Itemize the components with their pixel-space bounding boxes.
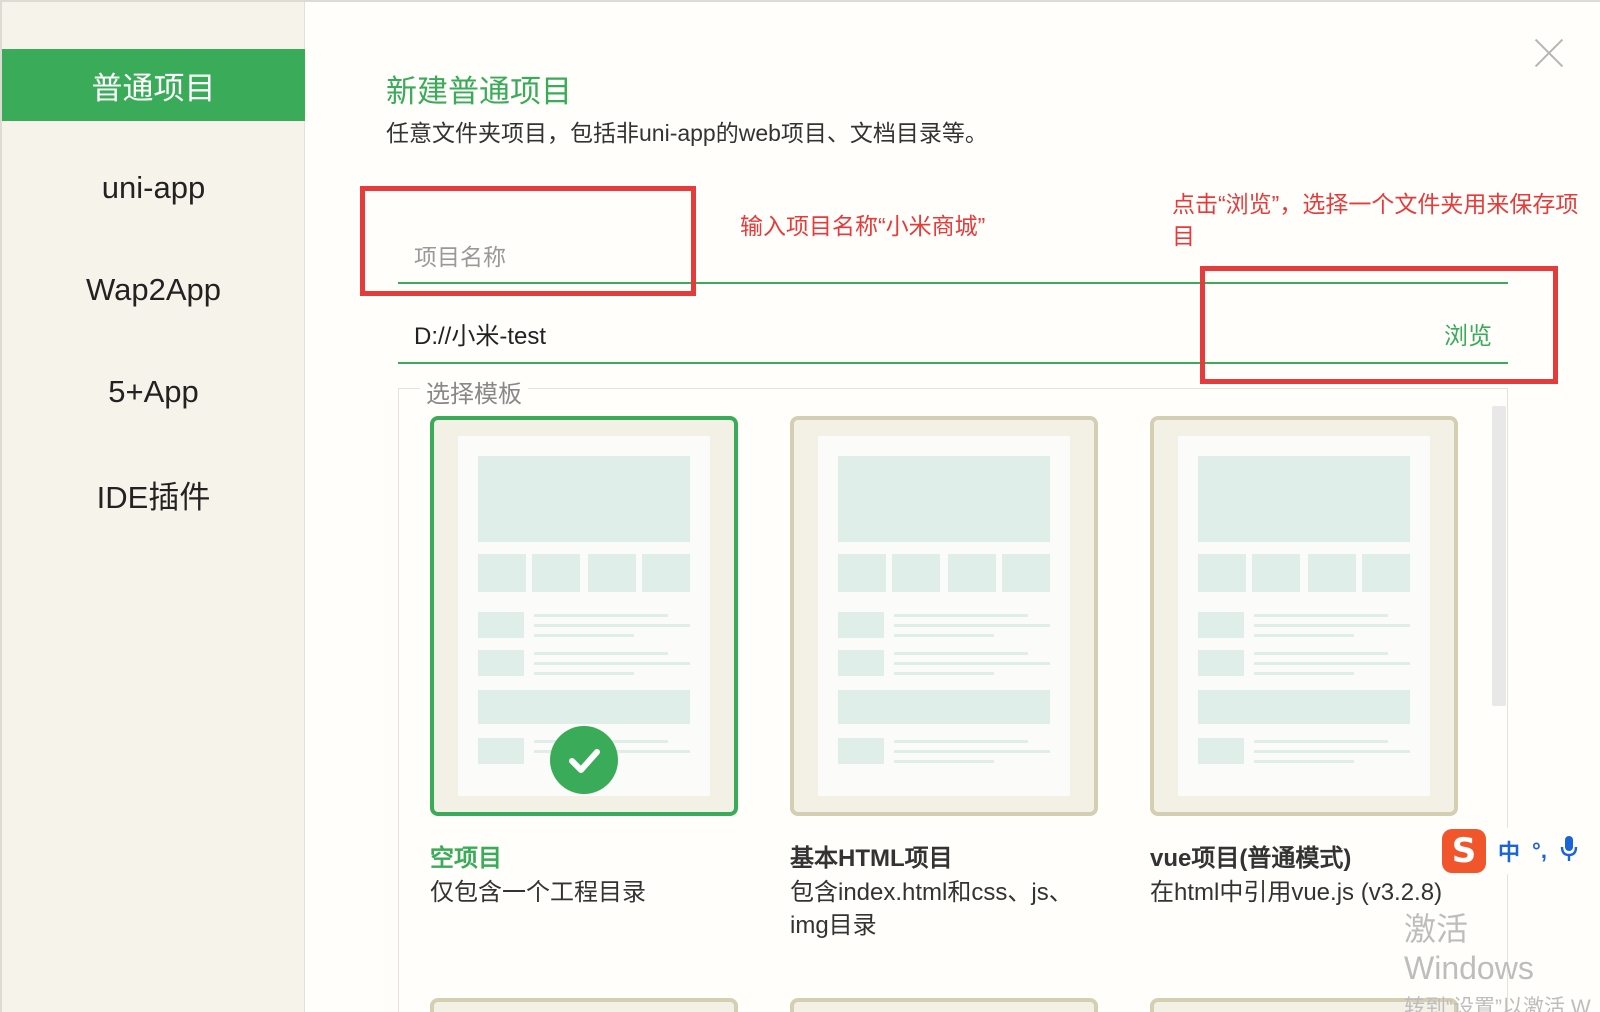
template-preview xyxy=(818,436,1070,796)
template-preview xyxy=(1178,436,1430,796)
new-project-dialog: 普通项目 uni-app Wap2App 5+App IDE插件 新建普通项目 … xyxy=(0,0,1600,1012)
browse-button[interactable]: 浏览 xyxy=(1444,316,1492,351)
ime-logo-icon[interactable]: S xyxy=(1442,829,1486,873)
project-path-input[interactable]: D://小米-test xyxy=(414,316,546,351)
template-legend: 选择模板 xyxy=(420,374,528,409)
template-card-partial[interactable] xyxy=(790,998,1098,1012)
template-card-partial[interactable] xyxy=(430,998,738,1012)
ime-punct-toggle[interactable]: °, xyxy=(1532,838,1547,864)
template-card-empty[interactable] xyxy=(430,416,738,816)
template-desc-empty: 仅包含一个工程目录 xyxy=(430,879,646,906)
ime-mode-toggle[interactable]: 中 xyxy=(1498,835,1520,867)
template-desc-basic-html: 包含index.html和css、js、img目录 xyxy=(790,879,1073,939)
sidebar-item-uni-app[interactable]: uni-app xyxy=(2,152,305,224)
selected-check-icon xyxy=(550,726,618,794)
sidebar-item-label: 5+App xyxy=(108,374,199,409)
template-scrollbar[interactable] xyxy=(1492,406,1506,706)
sidebar-item-5plusapp[interactable]: 5+App xyxy=(2,356,305,428)
template-title-basic-html[interactable]: 基本HTML项目 xyxy=(790,838,953,873)
sidebar-item-label: Wap2App xyxy=(86,272,221,307)
sidebar-item-label: uni-app xyxy=(101,170,206,205)
close-icon[interactable] xyxy=(1534,38,1564,68)
sidebar-item-normal-project[interactable]: 普通项目 xyxy=(2,49,305,121)
project-path-row: D://小米-test 浏览 xyxy=(398,302,1508,364)
watermark-line2: 转到“设置”以激活 W xyxy=(1404,996,1591,1012)
watermark-line1: 激活 Windows xyxy=(1404,911,1534,986)
template-card-basic-html[interactable] xyxy=(790,416,1098,816)
sidebar-item-label: 普通项目 xyxy=(91,70,216,106)
template-card-vue[interactable] xyxy=(1150,416,1458,816)
ime-toolbar: S 中 °, xyxy=(1438,828,1600,874)
page-subtitle: 任意文件夹项目，包括非uni-app的web项目、文档目录等。 xyxy=(386,120,988,146)
template-title-vue[interactable]: vue项目(普通模式) xyxy=(1150,838,1351,873)
template-title-empty[interactable]: 空项目 xyxy=(430,838,502,873)
windows-activation-watermark: 激活 Windows 转到“设置”以激活 W xyxy=(1404,904,1600,1012)
annotation-text-name: 输入项目名称“小米商城” xyxy=(740,213,986,239)
annotation-text-browse: 点击“浏览”，选择一个文件夹用来保存项目 xyxy=(1172,191,1579,249)
microphone-icon[interactable] xyxy=(1559,835,1579,868)
sidebar-item-ide-plugin[interactable]: IDE插件 xyxy=(2,458,305,530)
sidebar-item-label: IDE插件 xyxy=(96,479,211,515)
project-type-sidebar: 普通项目 uni-app Wap2App 5+App IDE插件 xyxy=(2,2,305,1012)
sidebar-item-wap2app[interactable]: Wap2App xyxy=(2,254,305,326)
page-title: 新建普通项目 xyxy=(386,74,572,109)
